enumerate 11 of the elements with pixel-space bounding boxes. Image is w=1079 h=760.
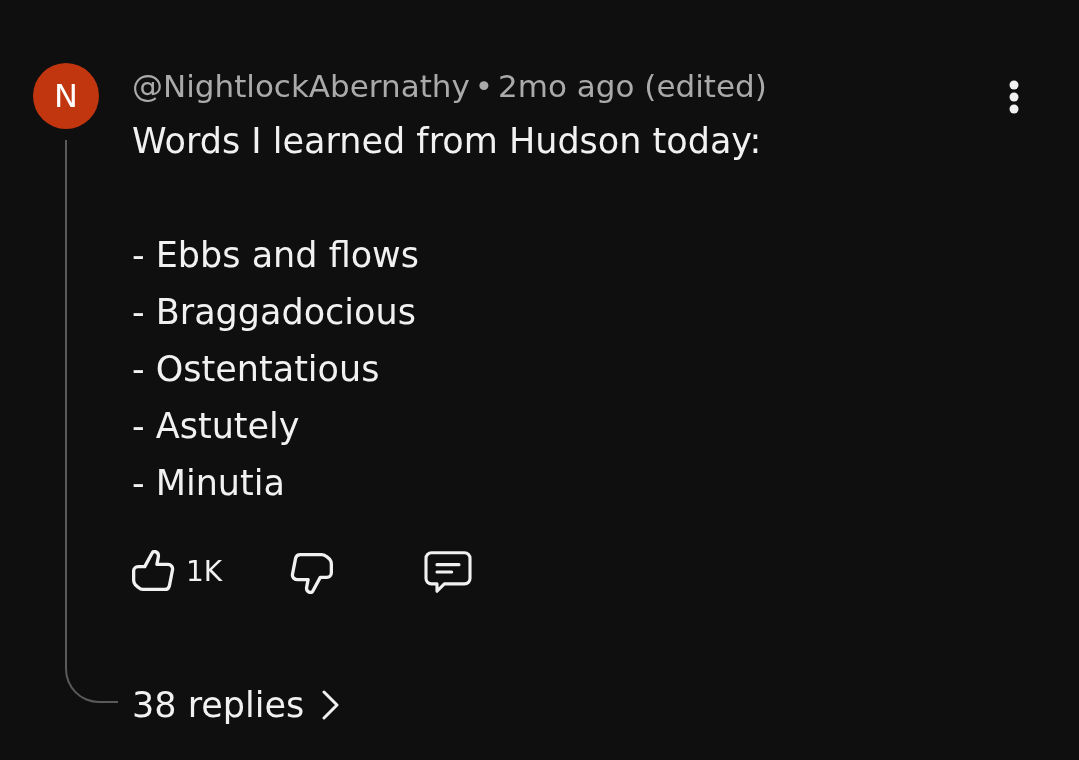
avatar[interactable]: N <box>33 63 99 129</box>
thumbs-down-icon[interactable] <box>289 550 334 594</box>
separator-dot: • <box>474 68 494 104</box>
timestamp: 2mo ago (edited) <box>498 68 767 104</box>
replies-link[interactable]: 38 replies <box>132 681 341 729</box>
comment-text: Words I learned from Hudson today: - Ebbs and flows - Braggadocious - Ostentatious - Astutely - Minutia <box>132 120 763 505</box>
more-options-icon[interactable] <box>1009 80 1019 114</box>
like-button[interactable]: 1K <box>132 550 223 594</box>
author-name[interactable]: @NightlockAbernathy <box>132 68 470 104</box>
comment-icon[interactable] <box>424 550 473 594</box>
chevron-right-icon <box>322 690 341 720</box>
